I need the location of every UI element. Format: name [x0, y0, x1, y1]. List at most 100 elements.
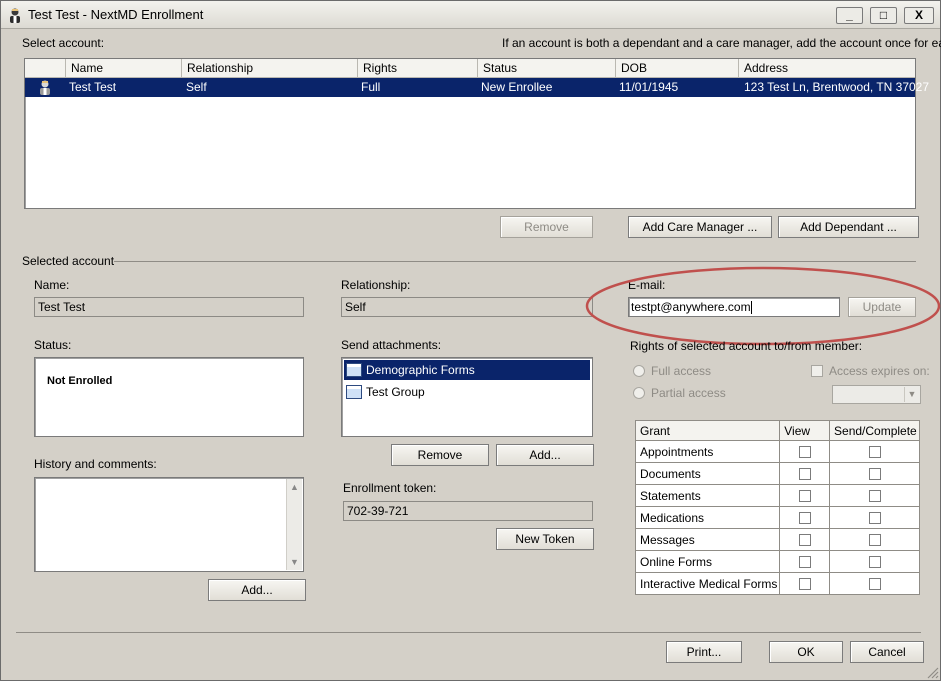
send-complete-checkbox[interactable]	[868, 446, 881, 459]
partial-access-radio[interactable]	[633, 387, 645, 399]
column-header-rights[interactable]: Rights	[357, 59, 397, 78]
minimize-button[interactable]: _	[836, 7, 863, 24]
access-expires-checkbox[interactable]	[811, 365, 823, 377]
account-row[interactable]: Test Test Self Full New Enrollee 11/01/1…	[25, 78, 929, 97]
send-complete-checkbox[interactable]	[868, 534, 881, 547]
full-access-label: Full access	[651, 364, 712, 378]
view-checkbox[interactable]	[798, 556, 811, 569]
account-hint-text: If an account is both a dependant and a …	[502, 36, 941, 50]
maximize-button[interactable]: □	[870, 7, 897, 24]
grant-label: Messages	[634, 528, 781, 551]
ok-button[interactable]: OK	[769, 641, 843, 663]
full-access-radio[interactable]	[633, 365, 645, 377]
partial-access-label: Partial access	[651, 386, 726, 400]
chevron-down-icon[interactable]: ▼	[904, 387, 919, 402]
grant-row: Interactive Medical Forms	[634, 572, 920, 595]
enrollment-dialog: Test Test - NextMD Enrollment _ □ X Sele…	[0, 0, 941, 681]
relationship-field: Self	[341, 297, 593, 317]
scroll-down-arrow-icon[interactable]: ▼	[287, 554, 302, 570]
attachment-item[interactable]: Test Group	[344, 382, 590, 402]
account-address-cell: 123 Test Ln, Brentwood, TN 37027	[744, 80, 930, 94]
grants-header-row: Grant View Send/Complete	[634, 420, 920, 441]
grant-label: Statements	[634, 484, 781, 507]
relationship-label: Relationship:	[341, 278, 411, 292]
window-title: Test Test - NextMD Enrollment	[28, 7, 204, 22]
attachments-list[interactable]: Demographic Forms Test Group	[341, 357, 593, 437]
column-header-status[interactable]: Status	[477, 59, 517, 78]
history-scrollbar[interactable]: ▲ ▼	[286, 479, 302, 570]
title-bar[interactable]: Test Test - NextMD Enrollment _ □ X	[1, 1, 940, 29]
select-account-label: Select account:	[22, 36, 105, 50]
resize-grip-icon[interactable]	[925, 665, 939, 679]
add-history-button[interactable]: Add...	[208, 579, 306, 601]
section-divider	[114, 261, 916, 262]
access-expires-label: Access expires on:	[829, 364, 930, 378]
account-name-cell: Test Test	[69, 80, 117, 94]
view-checkbox[interactable]	[798, 578, 811, 591]
account-dob-cell: 11/01/1945	[619, 80, 679, 94]
status-value: Not Enrolled	[47, 375, 113, 387]
cancel-button[interactable]: Cancel	[850, 641, 924, 663]
print-button[interactable]: Print...	[666, 641, 742, 663]
grant-row: Documents	[634, 462, 920, 485]
scroll-up-arrow-icon[interactable]: ▲	[287, 479, 302, 495]
grant-row: Online Forms	[634, 550, 920, 573]
attachment-item[interactable]: Demographic Forms	[344, 360, 590, 380]
selected-account-label: Selected account	[22, 254, 115, 268]
send-attachments-label: Send attachments:	[341, 338, 442, 352]
view-checkbox[interactable]	[798, 490, 811, 503]
view-checkbox[interactable]	[798, 468, 811, 481]
account-relationship-cell: Self	[186, 80, 207, 94]
grant-label: Online Forms	[634, 550, 781, 573]
doctor-icon	[10, 8, 20, 23]
remove-attachment-button[interactable]: Remove	[391, 444, 489, 466]
account-status-cell: New Enrollee	[481, 80, 553, 94]
history-label: History and comments:	[34, 457, 157, 471]
name-field: Test Test	[34, 297, 304, 317]
close-button[interactable]: X	[904, 7, 934, 24]
form-icon	[346, 385, 362, 399]
status-label: Status:	[34, 338, 72, 352]
rights-label: Rights of selected account to/from membe…	[630, 339, 863, 353]
grant-row: Messages	[634, 528, 920, 551]
grant-row: Medications	[634, 506, 920, 529]
view-checkbox[interactable]	[798, 534, 811, 547]
view-checkbox[interactable]	[798, 512, 811, 525]
send-complete-checkbox[interactable]	[868, 578, 881, 591]
send-complete-checkbox[interactable]	[868, 468, 881, 481]
grants-table: Grant View Send/Complete Appointments Do…	[634, 420, 920, 595]
grant-label: Documents	[634, 462, 781, 485]
enrollment-token-field: 702-39-721	[343, 501, 593, 521]
form-icon	[346, 363, 362, 377]
grant-row: Appointments	[634, 440, 920, 463]
history-textarea[interactable]: ▲ ▼	[34, 477, 304, 572]
grant-label: Appointments	[634, 440, 781, 463]
view-checkbox[interactable]	[798, 446, 811, 459]
column-header-address[interactable]: Address	[738, 59, 788, 78]
send-complete-checkbox[interactable]	[868, 556, 881, 569]
add-care-manager-button[interactable]: Add Care Manager ...	[628, 216, 772, 238]
footer-divider	[16, 632, 921, 633]
grant-column-header: Grant	[634, 420, 781, 441]
enrollment-token-label: Enrollment token:	[343, 481, 437, 495]
account-rights-cell: Full	[361, 80, 381, 94]
accounts-list-header: Name Relationship Rights Status DOB Addr…	[25, 59, 915, 78]
column-header-dob[interactable]: DOB	[615, 59, 647, 78]
add-dependant-button[interactable]: Add Dependant ...	[778, 216, 919, 238]
column-header-relationship[interactable]: Relationship	[181, 59, 253, 78]
send-complete-column-header: Send/Complete	[829, 420, 920, 441]
grant-row: Statements	[634, 484, 920, 507]
send-complete-checkbox[interactable]	[868, 490, 881, 503]
name-label: Name:	[34, 278, 70, 292]
grant-label: Interactive Medical Forms	[634, 572, 781, 595]
add-attachment-button[interactable]: Add...	[496, 444, 594, 466]
expiry-date-picker[interactable]: ▼	[832, 385, 921, 404]
new-token-button[interactable]: New Token	[496, 528, 594, 550]
attachment-label: Test Group	[366, 385, 425, 399]
remove-account-button[interactable]: Remove	[500, 216, 593, 238]
grant-label: Medications	[634, 506, 781, 529]
send-complete-checkbox[interactable]	[868, 512, 881, 525]
status-box: Not Enrolled	[34, 357, 304, 437]
accounts-list[interactable]: Name Relationship Rights Status DOB Addr…	[24, 58, 929, 209]
column-header-name[interactable]: Name	[65, 59, 103, 78]
